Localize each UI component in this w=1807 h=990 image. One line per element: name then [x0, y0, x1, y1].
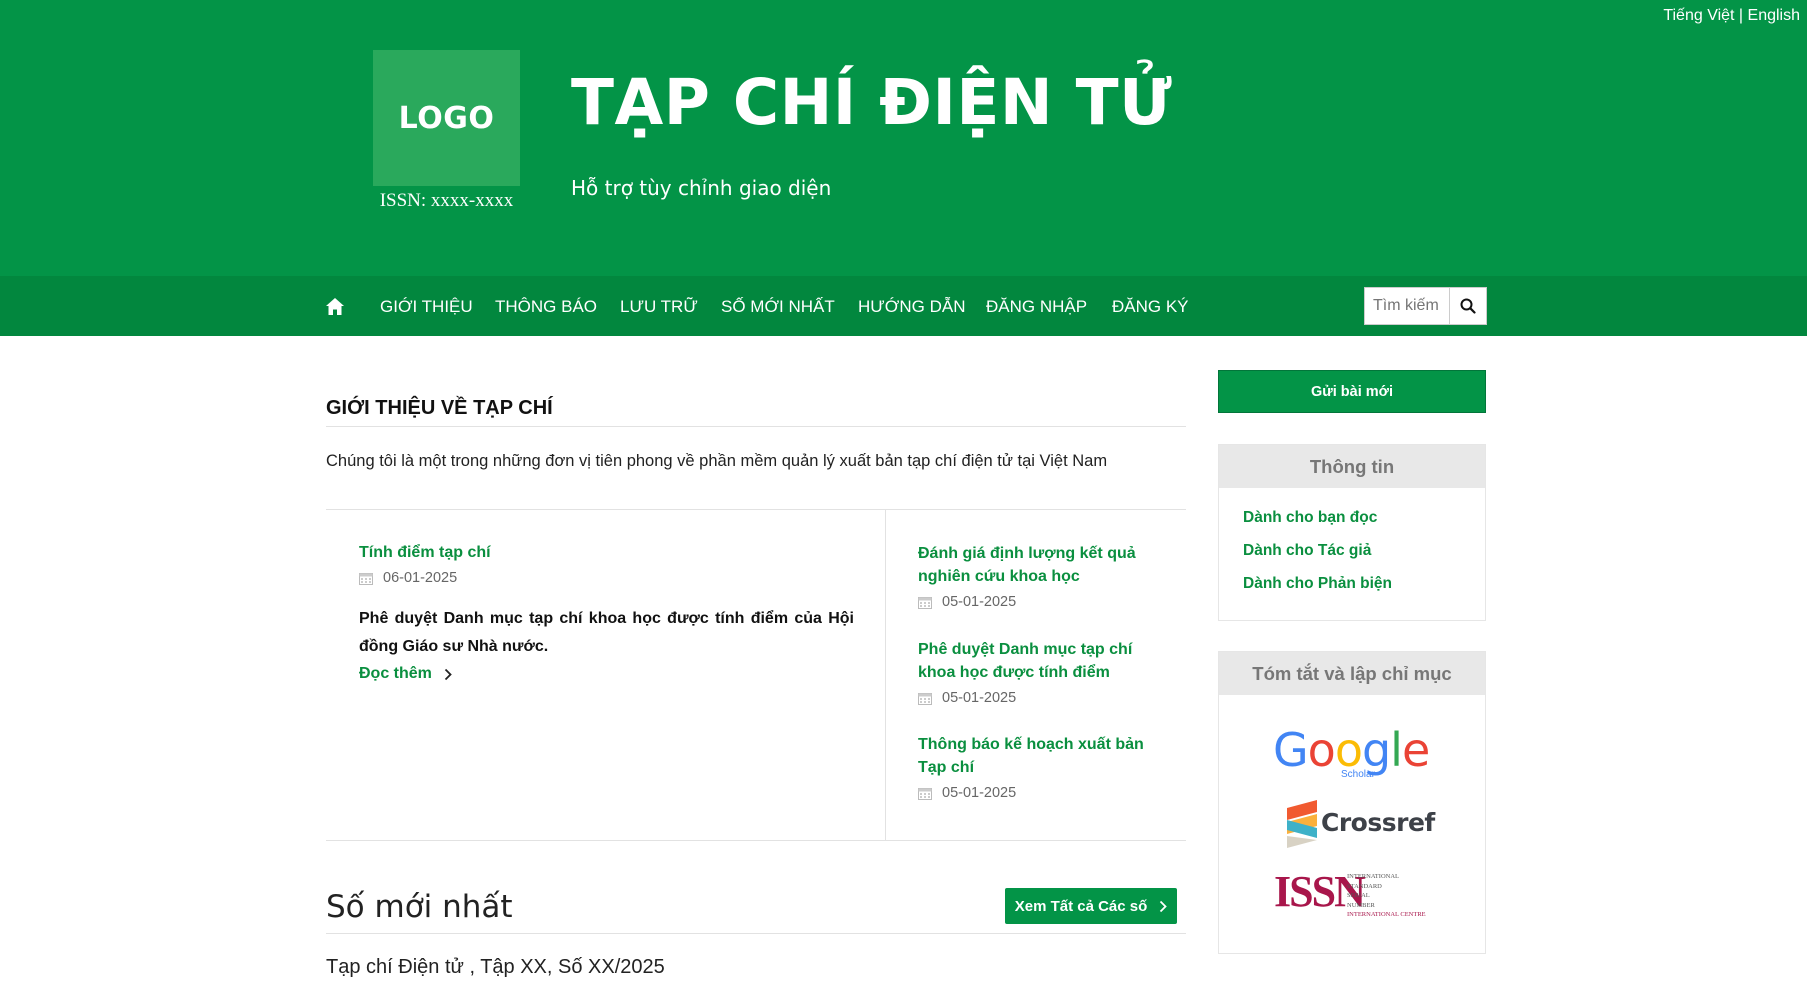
about-section-title: GIỚI THIỆU VỀ TẠP CHÍ	[326, 397, 553, 419]
search-input[interactable]	[1364, 287, 1449, 325]
issn-line: STANDARD	[1347, 882, 1382, 890]
chevron-right-icon	[1160, 900, 1168, 912]
nav-item-guide[interactable]: HƯỚNG DẪN	[858, 297, 966, 317]
news-date: 05-01-2025	[918, 594, 1168, 610]
indexing-panel-title: Tóm tắt và lập chỉ mục	[1219, 652, 1485, 695]
news-date-text: 06-01-2025	[383, 570, 458, 586]
lang-en-link[interactable]: English	[1748, 7, 1800, 24]
issn-subtitle: INTERNATIONAL STANDARD SERIAL NUMBER INT…	[1347, 872, 1426, 920]
calendar-icon	[918, 787, 932, 800]
site-logo[interactable]: LOGO	[373, 50, 520, 186]
main-nav: GIỚI THIỆU THÔNG BÁO LƯU TRỮ SỐ MỚI NHẤT…	[0, 276, 1807, 336]
featured-news: Tính điểm tạp chí 06-01-2025 Phê duyệt D…	[326, 510, 886, 840]
news-date: 05-01-2025	[918, 690, 1168, 706]
nav-item-about[interactable]: GIỚI THIỆU	[380, 297, 473, 317]
lang-vi-link[interactable]: Tiếng Việt	[1663, 7, 1734, 24]
latest-issue-title: Số mới nhất	[326, 889, 513, 925]
read-more-link[interactable]: Đọc thêm	[359, 665, 452, 683]
chevron-right-icon	[444, 668, 452, 680]
nav-item-archive[interactable]: LƯU TRỮ	[620, 297, 698, 317]
info-panel: Thông tin Dành cho bạn đọc Dành cho Tác …	[1218, 444, 1486, 621]
info-links: Dành cho bạn đọc Dành cho Tác giả Dành c…	[1219, 488, 1485, 593]
nav-item-announcements[interactable]: THÔNG BÁO	[495, 297, 597, 317]
featured-header: Tính điểm tạp chí 06-01-2025	[359, 541, 491, 586]
divider	[326, 840, 1186, 841]
issn-line: INTERNATIONAL CENTRE	[1347, 911, 1426, 918]
search-icon	[1460, 298, 1476, 314]
indexing-panel: Tóm tắt và lập chỉ mục Google Scholar Cr…	[1218, 651, 1486, 954]
nav-item-current-issue[interactable]: SỐ MỚI NHẤT	[721, 297, 835, 317]
site-header: Tiếng Việt | English LOGO ISSN: xxxx-xxx…	[0, 0, 1807, 276]
latest-issue-link[interactable]: Tạp chí Điện tử , Tập XX, Số XX/2025	[326, 956, 665, 979]
google-scholar-logo[interactable]: Google Scholar	[1273, 723, 1443, 784]
news-date: 06-01-2025	[359, 570, 491, 586]
submit-article-button[interactable]: Gửi bài mới	[1218, 370, 1486, 413]
crossref-logo[interactable]: Crossref	[1283, 800, 1435, 850]
news-item: Phê duyệt Danh mục tạp chí khoa học được…	[918, 638, 1168, 706]
divider	[326, 426, 1186, 427]
news-item: Đánh giá định lượng kết quả nghiên cứu k…	[918, 542, 1168, 610]
site-title: TẠP CHÍ ĐIỆN TỬ	[571, 66, 1173, 139]
scholar-label: Scholar	[1341, 769, 1375, 780]
issn-line: NUMBER	[1347, 901, 1375, 909]
nav-item-register[interactable]: ĐĂNG KÝ	[1112, 297, 1189, 317]
divider	[326, 933, 1186, 934]
lang-separator: |	[1734, 7, 1748, 24]
calendar-icon	[359, 572, 373, 585]
logo-text: LOGO	[398, 100, 495, 136]
issn-line: SERIAL	[1347, 892, 1370, 899]
crossref-mark	[1287, 800, 1317, 848]
news-date-text: 05-01-2025	[942, 785, 1017, 801]
info-panel-title: Thông tin	[1219, 445, 1485, 488]
featured-news-title[interactable]: Tính điểm tạp chí	[359, 541, 491, 564]
news-date: 05-01-2025	[918, 785, 1168, 801]
featured-news-summary: Phê duyệt Danh mục tạp chí khoa học được…	[359, 610, 854, 655]
news-item-title[interactable]: Phê duyệt Danh mục tạp chí khoa học được…	[918, 638, 1168, 684]
issn-international-logo[interactable]: ISSN INTERNATIONAL STANDARD SERIAL NUMBE…	[1274, 867, 1434, 920]
calendar-icon	[918, 596, 932, 609]
news-date-text: 05-01-2025	[942, 594, 1017, 610]
view-all-label: Xem Tất cả Các số	[1014, 897, 1148, 915]
nav-item-login[interactable]: ĐĂNG NHẬP	[986, 297, 1087, 317]
crossref-label: Crossref	[1321, 808, 1435, 837]
view-all-issues-button[interactable]: Xem Tất cả Các số	[1005, 888, 1177, 924]
news-item: Thông báo kế hoạch xuất bản Tạp chí 05-0…	[918, 733, 1168, 801]
search-button[interactable]	[1449, 287, 1487, 325]
calendar-icon	[918, 692, 932, 705]
news-item-title[interactable]: Thông báo kế hoạch xuất bản Tạp chí	[918, 733, 1168, 779]
info-link-reviewers[interactable]: Dành cho Phản biện	[1219, 575, 1485, 593]
info-link-readers[interactable]: Dành cho bạn đọc	[1219, 509, 1485, 527]
read-more-label: Đọc thêm	[359, 665, 432, 682]
issn-label: ISSN: xxxx-xxxx	[379, 190, 514, 211]
intro-text: Chúng tôi là một trong những đơn vị tiên…	[326, 452, 1108, 470]
site-subtitle: Hỗ trợ tùy chỉnh giao diện	[571, 176, 832, 200]
language-switcher: Tiếng Việt | English	[1663, 7, 1800, 25]
info-link-authors[interactable]: Dành cho Tác giả	[1219, 542, 1485, 560]
home-icon[interactable]	[326, 298, 344, 315]
issn-line: INTERNATIONAL	[1347, 873, 1399, 880]
news-item-title[interactable]: Đánh giá định lượng kết quả nghiên cứu k…	[918, 542, 1168, 588]
news-date-text: 05-01-2025	[942, 690, 1017, 706]
